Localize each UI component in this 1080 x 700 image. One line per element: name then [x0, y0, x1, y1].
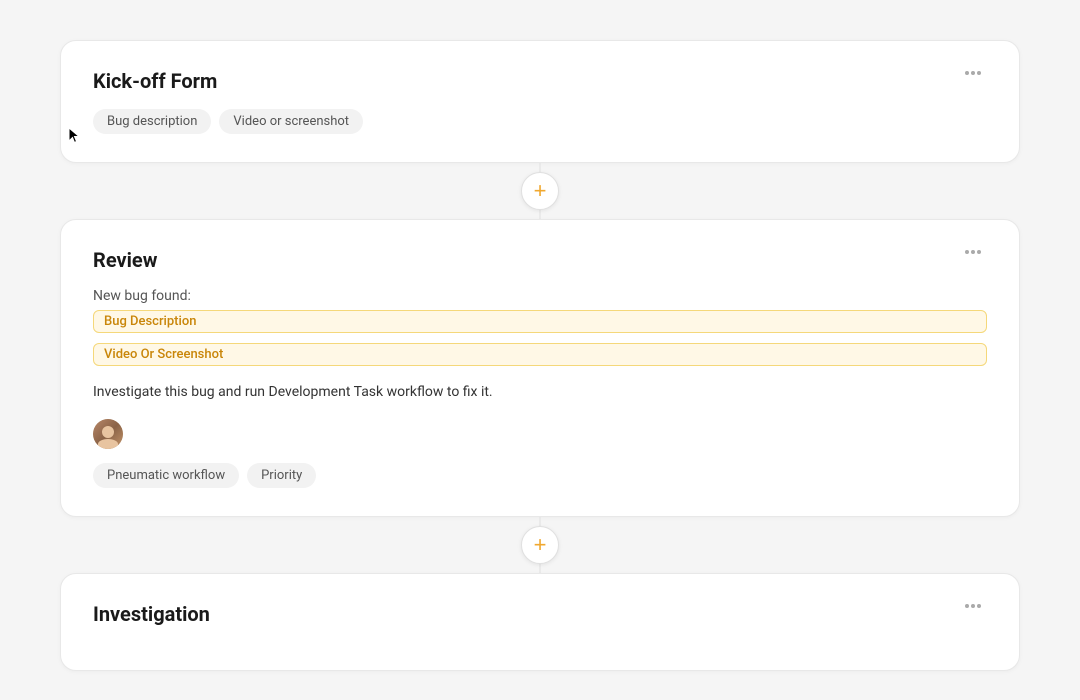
dot-5: [971, 250, 975, 254]
kickoff-title: Kick-off Form: [93, 69, 217, 93]
add-button-wrapper-1: +: [521, 163, 559, 219]
pneumatic-workflow-tag: Pneumatic workflow: [93, 463, 239, 488]
avatar-row: [93, 419, 987, 449]
kickoff-tags-row: Bug description Video or screenshot: [93, 109, 987, 134]
video-screenshot-tag: Video or screenshot: [219, 109, 363, 134]
review-title: Review: [93, 248, 157, 272]
dot-2: [971, 71, 975, 75]
dot-7: [965, 604, 969, 608]
investigation-title: Investigation: [93, 602, 210, 626]
add-step-button-2[interactable]: +: [521, 526, 559, 564]
user-avatar: [93, 419, 123, 449]
kickoff-more-button[interactable]: [959, 69, 987, 77]
review-body: New bug found: Bug Description Video Or …: [93, 288, 987, 488]
review-card-header: Review: [93, 248, 987, 272]
kickoff-card: Kick-off Form Bug description Video or s…: [60, 40, 1020, 163]
add-step-button-1[interactable]: +: [521, 172, 559, 210]
review-card: Review New bug found: Bug Description Vi…: [60, 219, 1020, 517]
kickoff-card-header: Kick-off Form: [93, 69, 987, 93]
priority-tag: Priority: [247, 463, 316, 488]
investigation-card-header: Investigation: [93, 602, 987, 626]
investigate-text: Investigate this bug and run Development…: [93, 382, 987, 403]
avatar-image: [93, 419, 123, 449]
dot-1: [965, 71, 969, 75]
investigation-card: Investigation: [60, 573, 1020, 671]
bug-description-highlight-tag: Bug Description: [93, 310, 987, 333]
investigation-more-button[interactable]: [959, 602, 987, 610]
dot-3: [977, 71, 981, 75]
dot-4: [965, 250, 969, 254]
bug-description-tag: Bug description: [93, 109, 211, 134]
dot-6: [977, 250, 981, 254]
add-button-wrapper-2: +: [521, 517, 559, 573]
review-more-button[interactable]: [959, 248, 987, 256]
new-bug-label: New bug found:: [93, 288, 987, 304]
dot-8: [971, 604, 975, 608]
dot-9: [977, 604, 981, 608]
bottom-tags-row: Pneumatic workflow Priority: [93, 463, 987, 488]
workflow-container: Kick-off Form Bug description Video or s…: [60, 40, 1020, 671]
video-screenshot-highlight-tag: Video Or Screenshot: [93, 343, 987, 366]
